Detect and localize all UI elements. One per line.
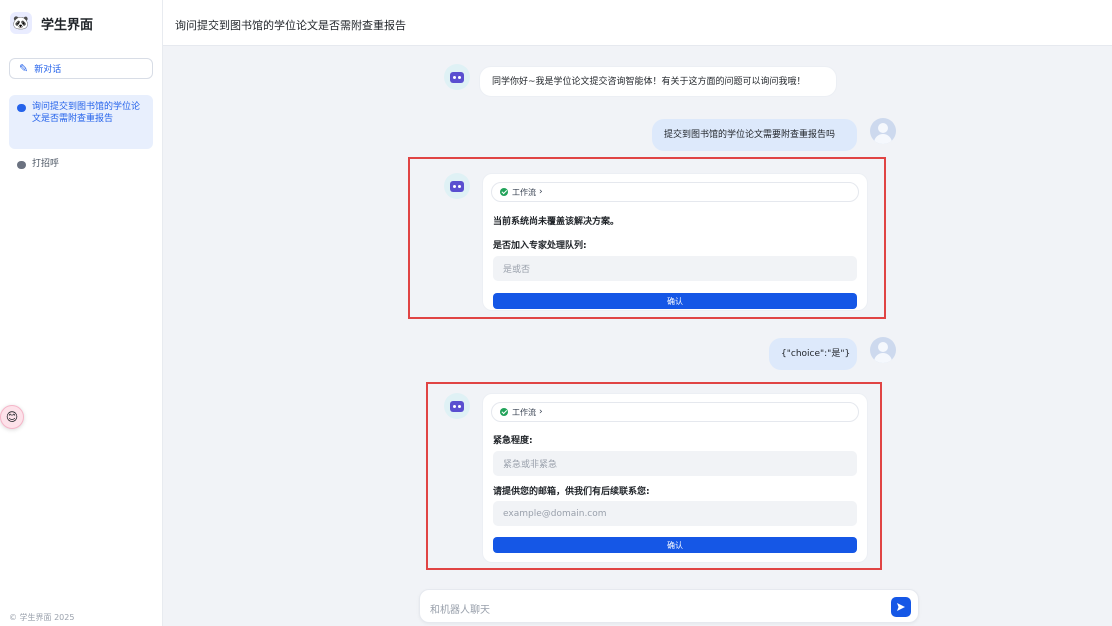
chat-bubble-icon (17, 104, 26, 112)
edit-icon: ✎ (19, 62, 29, 75)
send-button[interactable] (891, 597, 911, 617)
page-title: 询问提交到图书馆的学位论文是否需附查重报告 (175, 19, 406, 32)
conversation-title: 打招呼 (32, 159, 60, 169)
user-message: 提交到图书馆的学位论文需要附查重报告吗 (652, 119, 857, 151)
sticker-icon: 😊 (5, 410, 19, 424)
new-chat-button[interactable]: ✎ 新对话 (9, 58, 153, 79)
bot-message: 同学你好~我是学位论文提交咨询智能体！有关于这方面的问题可以询问我哦！ (479, 66, 837, 97)
user-avatar (870, 337, 896, 363)
chat-bubble-icon (17, 161, 26, 169)
user-choice-text: {"choice":"是"} (781, 349, 851, 359)
assistant-float-button[interactable]: 😊 (0, 405, 24, 429)
conversation-title: 询问提交到图书馆的学位论文是否需附查重报告 (32, 102, 141, 124)
sidebar-item-greeting[interactable]: 打招呼 (9, 152, 153, 172)
chat-header: 询问提交到图书馆的学位论文是否需附查重报告 (163, 0, 1112, 46)
brand: 🐼 学生界面 (10, 10, 93, 36)
user-question-text: 提交到图书馆的学位论文需要附查重报告吗 (664, 130, 836, 140)
sidebar: 🐼 学生界面 ✎ 新对话 询问提交到图书馆的学位论文是否需附查重报告 打招呼 ©… (0, 0, 163, 626)
chat-input-placeholder[interactable]: 和机器人聊天 (430, 601, 490, 616)
highlight-box (408, 157, 886, 319)
chat-input-bar[interactable]: 和机器人聊天 (419, 589, 919, 623)
sidebar-footer: © 学生界面 2025 (9, 613, 75, 622)
robot-icon (450, 71, 464, 83)
sidebar-item-current-conversation[interactable]: 询问提交到图书馆的学位论文是否需附查重报告 (9, 95, 153, 149)
bot-avatar (444, 64, 470, 90)
brand-title: 学生界面 (41, 17, 94, 33)
user-message: {"choice":"是"} (769, 338, 857, 370)
bot-greeting-text: 同学你好~我是学位论文提交咨询智能体！有关于这方面的问题可以询问我哦！ (492, 76, 806, 87)
new-chat-label: 新对话 (34, 65, 62, 75)
panda-logo-icon: 🐼 (10, 12, 32, 34)
send-icon (897, 603, 905, 611)
user-avatar (870, 118, 896, 144)
highlight-box (426, 382, 882, 570)
